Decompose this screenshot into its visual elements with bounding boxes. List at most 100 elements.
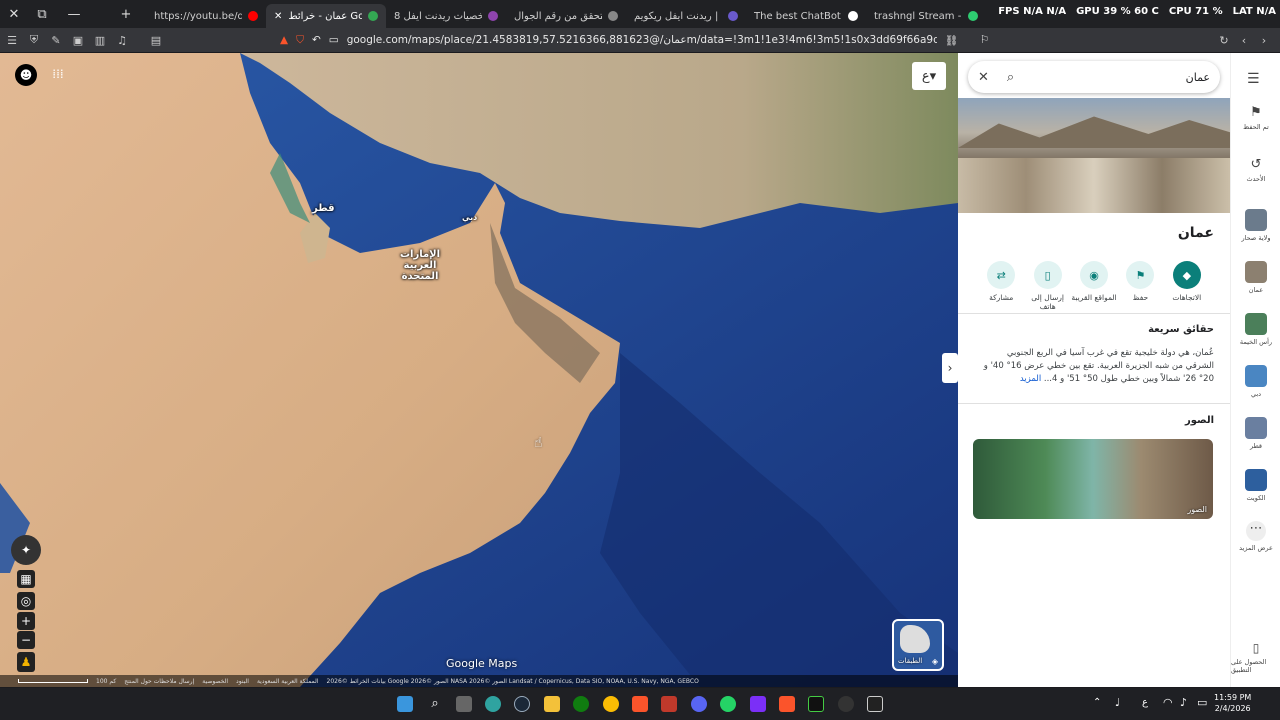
browser-tab[interactable]: شخصيات ريدنت ايفل 8 - (386, 4, 506, 28)
shield-icon[interactable]: ⛨ (24, 30, 44, 50)
wifi-icon[interactable]: ◠ (1163, 696, 1173, 709)
photo-tile[interactable]: الصور (973, 439, 1213, 519)
discord-icon[interactable] (691, 696, 707, 712)
address-bar[interactable]: ▲ ⛉ ↶ ▭ google.com/maps/place/عمان/@21.4… (280, 29, 1000, 51)
browser-tab[interactable]: The best ChatBot and W (746, 4, 866, 28)
menu-icon[interactable]: ☰ (2, 30, 22, 50)
browser-tab[interactable]: التحقق من رقم الجوال (506, 4, 626, 28)
rail-item-label: عمان (1248, 286, 1264, 294)
rail-item[interactable]: الكويت (1231, 469, 1280, 502)
forward-icon[interactable]: › (1254, 30, 1274, 50)
action-directions-button[interactable]: ◆ الاتجاهات (1164, 261, 1210, 311)
brave-taskbar-icon[interactable] (779, 696, 795, 712)
tab-strip: https://youtu.be/qtqdfv ✕ عمان - خرائط Goo… (146, 0, 986, 28)
terminal-icon[interactable] (808, 696, 824, 712)
task-view-icon[interactable] (456, 696, 472, 712)
history-icon: ↺ (1250, 157, 1262, 172)
search-input[interactable]: عمان (1186, 71, 1210, 84)
get-app-item[interactable]: ▯ الحصول على التطبيق (1231, 641, 1280, 674)
steam-icon[interactable] (514, 696, 530, 712)
browser-tab[interactable]: trashngl Stream - Watch (866, 4, 986, 28)
edge-icon[interactable] (485, 696, 501, 712)
action-nearby-button[interactable]: ◉ المواقع القريبة (1071, 261, 1117, 311)
search-icon[interactable]: ⌕ (1007, 70, 1014, 85)
chrome-icon[interactable] (603, 696, 619, 712)
close-tab-icon[interactable]: ✕ (274, 11, 282, 22)
apps-grid-icon[interactable]: ⁞⁞⁞ (50, 66, 66, 82)
wallet-icon[interactable]: ▤ (146, 30, 166, 50)
place-hero-image[interactable] (958, 98, 1230, 213)
search-taskbar-icon[interactable]: ⌕ (427, 696, 443, 712)
new-tab-icon[interactable]: + (112, 0, 140, 28)
footer-link-privacy[interactable]: الخصوصية (202, 678, 228, 685)
more-link[interactable]: المزيد (1020, 374, 1041, 384)
url-text[interactable]: google.com/maps/place/عمان/@21.4583819,5… (347, 34, 937, 46)
windows-start-icon[interactable] (397, 696, 413, 712)
whatsapp-icon[interactable] (720, 696, 736, 712)
rail-item[interactable]: دبي (1231, 365, 1280, 398)
epic-games-icon[interactable] (867, 696, 883, 712)
tab-search-icon[interactable]: ⧉ (28, 0, 56, 28)
browser-tab[interactable]: https://youtu.be/qtqdfv (146, 4, 266, 28)
footer-link-country[interactable]: المملكة العربية السعودية (257, 678, 319, 685)
battery-icon[interactable]: ▭ (1197, 696, 1207, 709)
refresh-icon[interactable]: ↻ (1214, 30, 1234, 50)
action-bookmark-button[interactable]: ⚑ حفظ (1117, 261, 1163, 311)
brave-lion-icon[interactable]: ⛉ (296, 34, 304, 47)
rail-item[interactable]: قطر (1231, 417, 1280, 450)
tab-label: https://youtu.be/qtqdfv (154, 10, 242, 22)
satellite-map[interactable]: قطر الإمارات العربية المتحدة دبي ⁞⁞⁞ ☻ ع… (0, 53, 958, 687)
google-account-icon[interactable]: ☻ (15, 64, 37, 86)
brave-shield-icon[interactable]: ▲ (280, 34, 288, 46)
compass-icon[interactable]: ✦ (11, 535, 41, 565)
collapse-panel-button[interactable]: › (942, 353, 958, 383)
zoom-out-button[interactable]: − (17, 631, 35, 649)
pegman-icon[interactable]: ♟ (17, 652, 35, 672)
footer-link-terms[interactable]: البنود (236, 678, 249, 685)
rail-item[interactable]: عمان (1231, 261, 1280, 294)
layers-button[interactable]: الطبقات ◈ (892, 619, 944, 671)
my-location-icon[interactable]: ◎ (17, 592, 35, 610)
volume-icon[interactable]: ♪ (1180, 696, 1187, 709)
hamburger-menu-icon[interactable]: ☰ (1247, 71, 1260, 87)
close-window-icon[interactable]: ✕ (0, 0, 28, 28)
link-icon[interactable]: ⛓ (945, 34, 958, 47)
grid-toggle-icon[interactable]: ▦ (17, 570, 35, 588)
get-app-label: الحصول على التطبيق (1231, 658, 1267, 674)
rail-item[interactable]: ⚑ تم الحفظ (1231, 105, 1280, 131)
music-icon[interactable]: ♫ (112, 30, 132, 50)
bookmark-page-icon[interactable]: ⚐ (980, 34, 989, 46)
tray-chevron-icon[interactable]: ⌃ (1093, 697, 1101, 708)
rail-item[interactable]: رأس الخيمة (1231, 313, 1280, 346)
search-box[interactable]: ✕ ⌕ عمان (968, 61, 1220, 93)
grid-app-icon[interactable] (750, 696, 766, 712)
image-icon[interactable]: ▣ (68, 30, 88, 50)
browser-tab[interactable]: ✕ عمان - خرائط Google (266, 4, 386, 28)
reload-icon[interactable]: ↶ (312, 34, 321, 46)
mic-icon[interactable]: ♩ (1115, 696, 1120, 709)
app-icon[interactable] (661, 696, 677, 712)
site-info-icon[interactable]: ▭ (329, 34, 339, 46)
zoom-in-button[interactable]: + (17, 612, 35, 630)
clock[interactable]: 11:59 PM 2/4/2026 (1214, 692, 1251, 714)
rail-item[interactable]: ⋯ عرض المزيد (1231, 521, 1280, 552)
rail-item[interactable]: ↺ الأحدث (1231, 157, 1280, 183)
file-explorer-icon[interactable] (544, 696, 560, 712)
input-language[interactable]: ع (1142, 697, 1148, 708)
sidebar-icon[interactable]: ▥ (90, 30, 110, 50)
tab-label: trashngl Stream - Watch (874, 10, 962, 22)
browser-tab[interactable]: ريدنت ايفل ريكويم | NG (626, 4, 746, 28)
xbox-icon[interactable] (573, 696, 589, 712)
footer-link-feedback[interactable]: إرسال ملاحظات حول المنتج (124, 678, 194, 685)
edit-icon[interactable]: ✎ (46, 30, 66, 50)
obs-icon[interactable] (838, 696, 854, 712)
action-phone-button[interactable]: ▯ إرسال إلى هاتف (1024, 261, 1070, 311)
language-button[interactable]: ع ▾ (912, 62, 946, 90)
back-icon[interactable]: ‹ (1234, 30, 1254, 50)
rail-item[interactable]: ولاية صحار (1231, 209, 1280, 242)
action-share-button[interactable]: ⇄ مشاركة (978, 261, 1024, 311)
close-icon[interactable]: ✕ (978, 70, 989, 85)
action-label: حفظ (1132, 293, 1149, 302)
minimize-icon[interactable]: — (60, 0, 88, 28)
brave-icon[interactable] (632, 696, 648, 712)
